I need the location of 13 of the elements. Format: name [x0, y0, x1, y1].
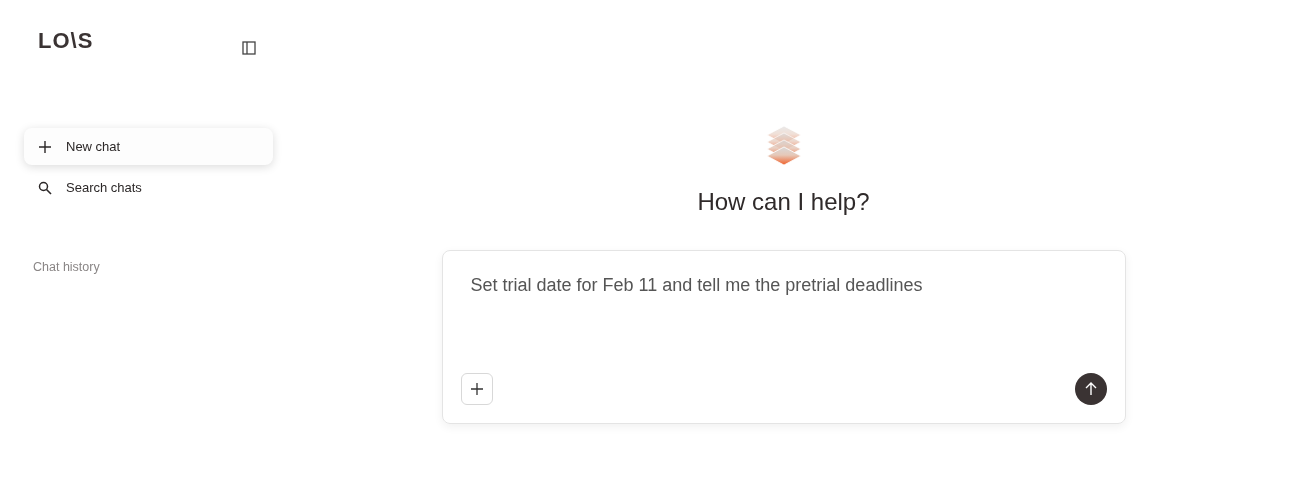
heading: How can I help?	[697, 188, 870, 216]
send-button[interactable]	[1074, 373, 1107, 405]
plus-icon	[469, 382, 484, 396]
section-label: Chat history	[32, 260, 101, 274]
sidebar-item[interactable]: Search chats	[24, 169, 273, 206]
search-icon	[38, 180, 52, 195]
attach-button[interactable]	[460, 373, 493, 405]
sidebar-toggle-icon[interactable]	[241, 40, 257, 56]
message-field[interactable]: Set trial date for Feb 11 and tell me the pretrial deadlines	[460, 271, 1107, 373]
sidebar-item[interactable]: New chat	[24, 128, 273, 165]
logo: LO\S	[38, 28, 94, 54]
plus-icon	[38, 139, 52, 154]
composer[interactable]: Set trial date for Feb 11 and tell me the pretrial deadlines	[441, 250, 1126, 424]
